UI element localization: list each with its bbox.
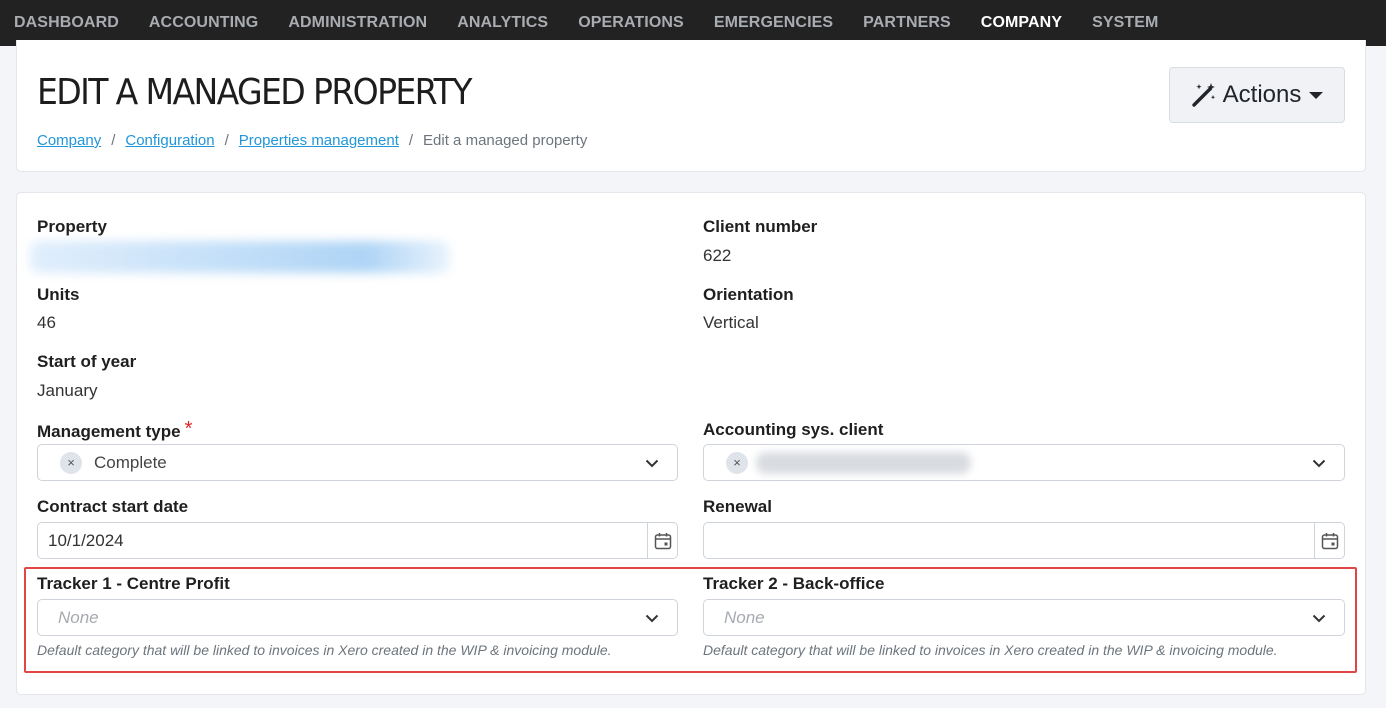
breadcrumb-current: Edit a managed property bbox=[423, 132, 588, 149]
nav-system[interactable]: SYSTEM bbox=[1092, 14, 1158, 32]
client-number-label: Client number bbox=[703, 217, 818, 236]
tracker2-placeholder: None bbox=[724, 607, 765, 627]
chevron-down-icon bbox=[645, 614, 659, 623]
page-header-card: EDIT A MANAGED PROPERTY Company / Config… bbox=[16, 40, 1366, 172]
client-number-value: 622 bbox=[703, 246, 732, 265]
actions-button[interactable]: Actions bbox=[1169, 67, 1345, 123]
page-title: EDIT A MANAGED PROPERTY bbox=[37, 72, 472, 113]
breadcrumb-separator: / bbox=[408, 132, 414, 149]
tracker2-help-text: Default category that will be linked to … bbox=[703, 642, 1278, 658]
tracker1-placeholder: None bbox=[58, 607, 99, 627]
nav-dashboard[interactable]: DASHBOARD bbox=[14, 14, 119, 32]
nav-company[interactable]: COMPANY bbox=[981, 14, 1062, 32]
nav-analytics[interactable]: ANALYTICS bbox=[457, 14, 548, 32]
calendar-icon bbox=[654, 532, 671, 549]
magic-wand-icon bbox=[1191, 83, 1215, 107]
management-type-selected: Complete bbox=[94, 452, 167, 472]
clear-selection-icon[interactable]: × bbox=[726, 451, 748, 474]
property-label: Property bbox=[37, 217, 107, 236]
breadcrumb-separator: / bbox=[111, 132, 116, 149]
breadcrumb-configuration[interactable]: Configuration bbox=[125, 132, 214, 149]
tracker1-select[interactable]: None bbox=[37, 599, 678, 636]
orientation-label: Orientation bbox=[703, 285, 794, 304]
calendar-icon bbox=[1321, 532, 1338, 549]
tracker1-label: Tracker 1 - Centre Profit bbox=[37, 574, 230, 593]
renewal-date-input[interactable] bbox=[703, 522, 1345, 559]
chevron-down-icon bbox=[645, 459, 659, 468]
accounting-client-label: Accounting sys. client bbox=[703, 420, 884, 439]
nav-operations[interactable]: OPERATIONS bbox=[578, 14, 684, 32]
property-value-redacted bbox=[30, 241, 450, 273]
start-of-year-value: January bbox=[37, 381, 98, 400]
nav-accounting[interactable]: ACCOUNTING bbox=[149, 14, 258, 32]
nav-administration[interactable]: ADMINISTRATION bbox=[288, 14, 427, 32]
breadcrumb-properties-management[interactable]: Properties management bbox=[239, 132, 399, 149]
management-type-select[interactable]: × Complete bbox=[37, 444, 678, 481]
orientation-value: Vertical bbox=[703, 313, 759, 332]
accounting-client-select[interactable]: × bbox=[703, 444, 1345, 481]
nav-partners[interactable]: PARTNERS bbox=[863, 14, 951, 32]
tracker1-help-text: Default category that will be linked to … bbox=[37, 642, 612, 658]
actions-button-label: Actions bbox=[1222, 81, 1302, 108]
chevron-down-icon bbox=[1312, 459, 1326, 468]
clear-selection-icon[interactable]: × bbox=[60, 451, 82, 474]
caret-down-icon bbox=[1309, 91, 1324, 99]
units-value: 46 bbox=[37, 313, 56, 332]
chevron-down-icon bbox=[1312, 614, 1326, 623]
breadcrumb-separator: / bbox=[224, 132, 229, 149]
units-label: Units bbox=[37, 285, 80, 304]
start-of-year-label: Start of year bbox=[37, 352, 137, 371]
contract-start-date-value: 10/1/2024 bbox=[48, 530, 124, 550]
required-marker: * bbox=[184, 418, 193, 440]
calendar-button[interactable] bbox=[647, 523, 677, 558]
breadcrumb: Company / Configuration / Properties man… bbox=[37, 132, 587, 149]
tracker2-label: Tracker 2 - Back-office bbox=[703, 574, 885, 593]
contract-start-date-label: Contract start date bbox=[37, 497, 189, 516]
nav-emergencies[interactable]: EMERGENCIES bbox=[714, 14, 833, 32]
tracker2-select[interactable]: None bbox=[703, 599, 1345, 636]
management-type-label: Management type * bbox=[37, 418, 193, 443]
breadcrumb-company[interactable]: Company bbox=[37, 132, 101, 149]
renewal-label: Renewal bbox=[703, 497, 772, 516]
contract-start-date-input[interactable]: 10/1/2024 bbox=[37, 522, 678, 559]
calendar-button[interactable] bbox=[1314, 523, 1344, 558]
accounting-client-value-redacted bbox=[756, 452, 971, 474]
management-type-label-text: Management type bbox=[37, 422, 181, 441]
